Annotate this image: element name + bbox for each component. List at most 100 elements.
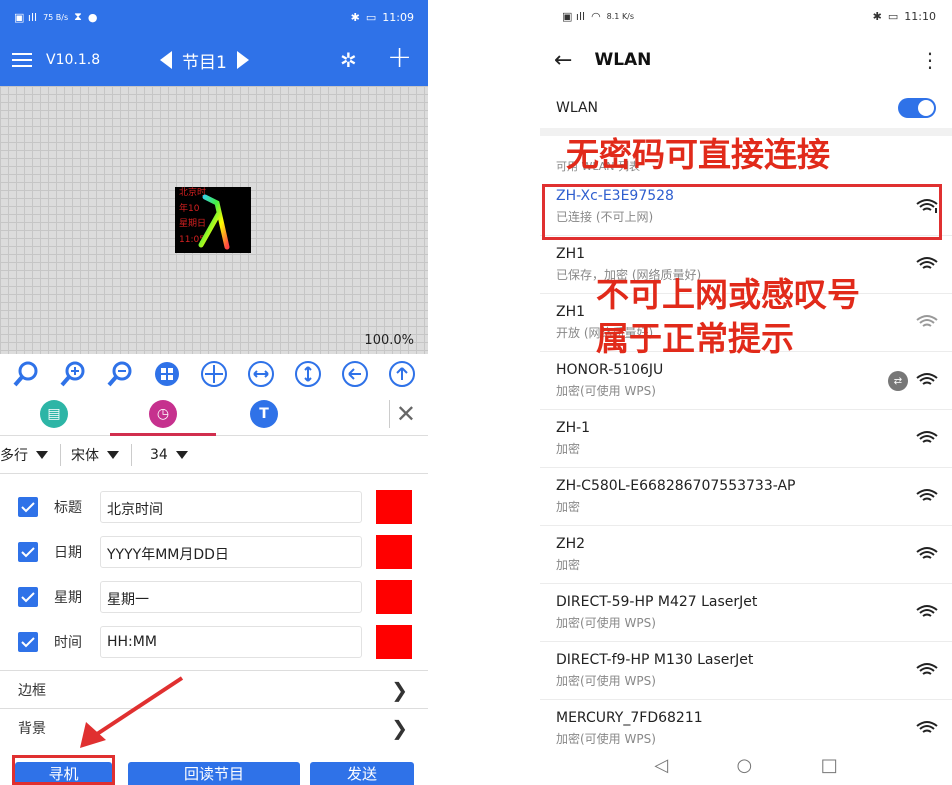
- weekday-input[interactable]: 星期一: [100, 580, 362, 613]
- tab-font-icon[interactable]: T: [250, 400, 278, 428]
- network-name: ZH-1: [556, 420, 591, 436]
- battery-icon: ▭: [365, 10, 377, 24]
- wps-icon[interactable]: ⇄: [888, 371, 908, 391]
- font-family-select[interactable]: 宋体: [61, 443, 132, 466]
- title-color-swatch[interactable]: [376, 489, 412, 524]
- font-size-value: 34: [150, 446, 168, 463]
- network-name: MERCURY_7FD68211: [556, 710, 703, 726]
- center-icon[interactable]: [200, 360, 228, 388]
- wlan-toggle-row: WLAN: [540, 88, 952, 128]
- nav-recents-icon[interactable]: □: [821, 755, 838, 776]
- chevron-right-icon: ❯: [391, 677, 408, 702]
- time-checkbox[interactable]: [18, 631, 38, 652]
- network-name: ZH-C580L-E668286707553733-AP: [556, 478, 796, 494]
- weekday-color-swatch[interactable]: [376, 579, 412, 614]
- background-label: 背景: [18, 720, 46, 737]
- network-name: DIRECT-f9-HP M130 LaserJet: [556, 652, 754, 668]
- network-item[interactable]: ZH2 加密: [540, 526, 952, 584]
- network-item[interactable]: HONOR-5106JU 加密(可使用 WPS) ⇄: [540, 352, 952, 410]
- wlan-toggle[interactable]: [898, 98, 936, 118]
- font-size-select[interactable]: 34: [132, 444, 200, 466]
- prev-program-icon[interactable]: [160, 51, 172, 69]
- annotation-text: 属于正常提示: [596, 319, 794, 358]
- canvas-toolbar: [0, 354, 428, 394]
- zoom-out-icon[interactable]: [106, 360, 134, 388]
- next-program-icon[interactable]: [236, 51, 249, 69]
- line-mode-select[interactable]: 多行: [0, 443, 61, 466]
- active-tab-indicator: [110, 433, 216, 436]
- back-arrow-icon[interactable]: ←: [554, 48, 572, 73]
- add-icon[interactable]: +: [387, 43, 412, 73]
- weekday-checkbox[interactable]: [18, 586, 38, 607]
- search-icon[interactable]: [12, 360, 40, 388]
- wifi-lock-icon: [916, 721, 938, 733]
- date-input[interactable]: YYYY年MM月DD日: [100, 535, 362, 568]
- highlight-box: [542, 184, 942, 240]
- settings-icon[interactable]: ✲: [340, 48, 357, 72]
- check-icon: [21, 546, 35, 557]
- app-version: V10.1.8: [46, 52, 101, 68]
- date-color-swatch[interactable]: [376, 534, 412, 569]
- field-row-time: 时间 HH:MM: [0, 619, 428, 664]
- menu-icon[interactable]: [12, 53, 32, 67]
- highlight-box: [12, 755, 115, 785]
- chevron-down-icon: [107, 450, 119, 459]
- grid-icon[interactable]: [153, 360, 181, 388]
- time-color-swatch[interactable]: [376, 624, 412, 659]
- bluetooth-icon: ✱: [350, 10, 360, 24]
- network-item[interactable]: DIRECT-59-HP M427 LaserJet 加密(可使用 WPS): [540, 584, 952, 642]
- wifi-lock-icon: [916, 489, 938, 501]
- network-status: 加密(可使用 WPS): [556, 384, 656, 398]
- program-name: 节目1: [182, 52, 227, 73]
- network-name: DIRECT-59-HP M427 LaserJet: [556, 594, 758, 610]
- field-label: 时间: [54, 634, 82, 651]
- clock-preview[interactable]: 北京时 年10 星期日 11:05: [175, 187, 251, 253]
- property-tabs: ▤ ◷ T ✕: [0, 394, 428, 436]
- nav-back-icon[interactable]: ◁: [654, 755, 668, 776]
- tab-text-icon[interactable]: ▤: [40, 400, 68, 428]
- wifi-status-icon: ◠: [591, 9, 601, 23]
- wifi-lock-icon: [916, 431, 938, 443]
- arrow-left-icon[interactable]: [341, 360, 369, 388]
- check-icon: [21, 501, 35, 512]
- arrow-up-icon[interactable]: [388, 360, 416, 388]
- right-phone-screen: ▣ ıll ◠ 8.1 K/s ✱ ▭ 11:10 ← WLAN ⋮ WLAN …: [540, 0, 952, 785]
- annotation-text: 不可上网或感叹号: [596, 275, 860, 314]
- fit-width-icon[interactable]: [247, 360, 275, 388]
- font-settings: 多行 宋体 34: [0, 436, 428, 474]
- wifi-signal-icon: [916, 315, 938, 327]
- title-checkbox[interactable]: [18, 496, 38, 517]
- network-status: 加密: [556, 500, 581, 514]
- app-bar: V10.1.8 节目1 ✲ +: [0, 34, 428, 86]
- chevron-right-icon: ❯: [391, 715, 408, 740]
- nav-home-icon[interactable]: ○: [737, 755, 753, 776]
- status-time: 11:09: [382, 10, 414, 24]
- time-input[interactable]: HH:MM: [100, 625, 362, 658]
- line-mode-value: 多行: [0, 447, 28, 464]
- left-phone-screen: ▣ ıll 75 B/s ⧗ ● ✱ ▭ 11:09 V10.1.8 节目1 ✲…: [0, 0, 428, 785]
- network-status: 加密(可使用 WPS): [556, 616, 656, 630]
- editor-canvas[interactable]: 北京时 年10 星期日 11:05 100.0%: [0, 86, 428, 354]
- network-item[interactable]: DIRECT-f9-HP M130 LaserJet 加密(可使用 WPS): [540, 642, 952, 700]
- chevron-down-icon: [36, 450, 48, 459]
- send-button[interactable]: 发送: [310, 762, 414, 785]
- zoom-in-icon[interactable]: [59, 360, 87, 388]
- wifi-lock-icon: [916, 373, 938, 385]
- program-switcher: 节目1: [160, 48, 249, 73]
- wifi-lock-icon: [916, 605, 938, 617]
- network-name: HONOR-5106JU: [556, 362, 664, 378]
- network-speed: 8.1 K/s: [606, 11, 635, 21]
- wlan-label: WLAN: [556, 100, 599, 116]
- network-item[interactable]: ZH-1 加密: [540, 410, 952, 468]
- network-speed: 75 B/s: [43, 12, 69, 22]
- close-icon[interactable]: ✕: [388, 400, 416, 428]
- date-checkbox[interactable]: [18, 541, 38, 562]
- network-item[interactable]: ZH-C580L-E668286707553733-AP 加密: [540, 468, 952, 526]
- more-icon[interactable]: ⋮: [920, 50, 940, 70]
- field-label: 日期: [54, 544, 82, 561]
- title-input[interactable]: 北京时间: [100, 490, 362, 523]
- field-row-title: 标题 北京时间: [0, 484, 428, 529]
- fit-height-icon[interactable]: [294, 360, 322, 388]
- readback-button[interactable]: 回读节目: [128, 762, 300, 785]
- tab-clock-icon[interactable]: ◷: [149, 400, 177, 428]
